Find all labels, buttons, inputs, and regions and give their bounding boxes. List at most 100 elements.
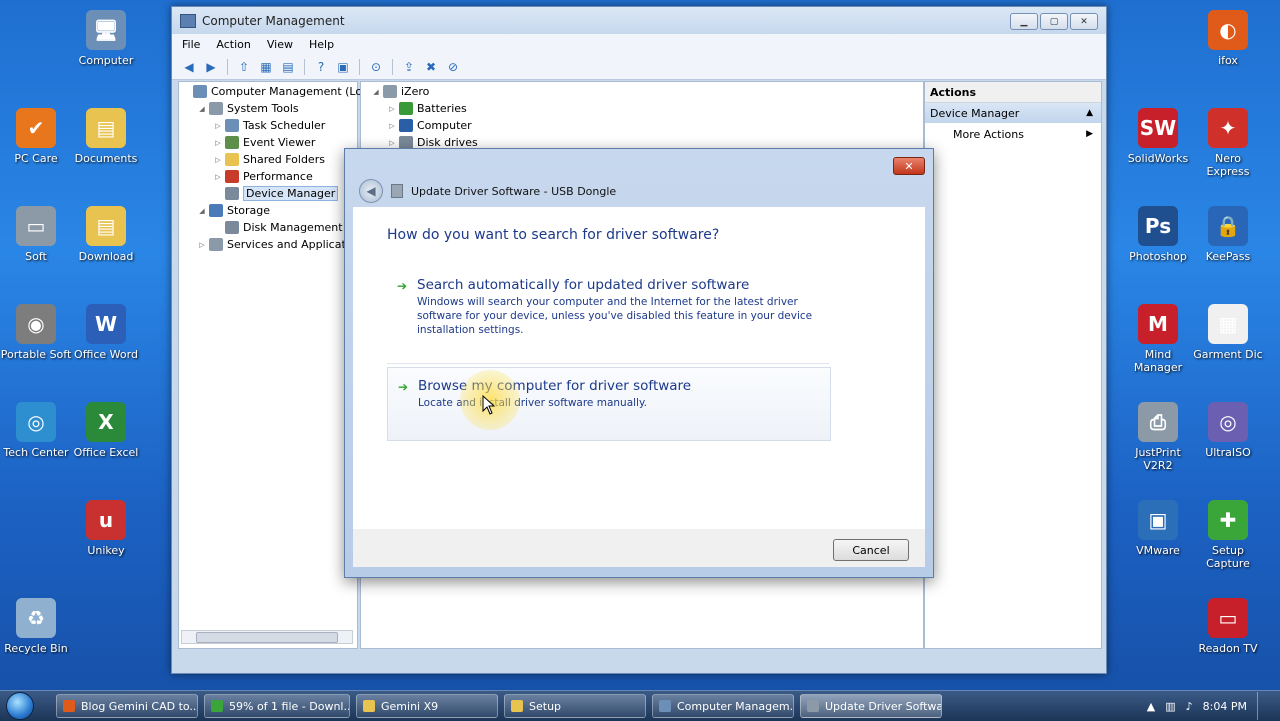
tree-item-9[interactable]: ▷ Services and Applications [197, 236, 368, 253]
menu-action[interactable]: Action [216, 38, 250, 51]
update-driver-icon[interactable]: ⇪ [400, 59, 418, 75]
tree-item-1[interactable]: ◢ System Tools [197, 100, 299, 117]
tree-item-8[interactable]: Disk Management [213, 219, 343, 236]
volume-icon[interactable]: ♪ [1186, 700, 1193, 713]
dialog-close-button[interactable]: ✕ [893, 157, 925, 175]
back-button[interactable]: ◀ [359, 179, 383, 203]
desktop-icon-photoshop[interactable]: Ps Photoshop [1122, 206, 1194, 263]
minimize-button[interactable]: ▁ [1010, 13, 1038, 30]
menu-view[interactable]: View [267, 38, 293, 51]
expand-arrow-icon[interactable]: ◢ [197, 207, 207, 215]
desktop-icon-documents[interactable]: ▤ Documents [70, 108, 142, 165]
desktop-icon-portable-soft[interactable]: ◉ Portable Soft [0, 304, 72, 361]
desktop-icon-justprint[interactable]: ⎙ JustPrint V2R2 [1122, 402, 1194, 472]
actions-pane: Actions Device Manager ▲ More Actions ▶ [924, 81, 1102, 649]
desktop-icon-ifox[interactable]: ◐ ifox [1192, 10, 1264, 67]
desktop-icon-office-excel[interactable]: X Office Excel [70, 402, 142, 459]
expand-arrow-icon[interactable]: ▷ [387, 122, 397, 130]
taskbar-item-5[interactable]: Update Driver Softwa... [800, 694, 942, 718]
actions-device-manager[interactable]: Device Manager ▲ [925, 103, 1101, 123]
device-node-0[interactable]: ◢ iZero [371, 83, 429, 100]
tree-node-icon [383, 85, 397, 98]
taskbar-item-1[interactable]: 59% of 1 file - Downl... [204, 694, 350, 718]
help-icon[interactable]: ? [312, 59, 330, 75]
expand-arrow-icon[interactable]: ▷ [387, 139, 397, 147]
window-titlebar[interactable]: Computer Management ▁ ▢ ✕ [172, 7, 1106, 34]
expand-arrow-icon[interactable]: ◢ [197, 105, 207, 113]
back-arrow-icon[interactable]: ◀ [180, 59, 198, 75]
desktop-icon-tech-center[interactable]: ◎ Tech Center [0, 402, 72, 459]
tray-expand-icon[interactable]: ▲ [1147, 700, 1155, 713]
taskbar-item-3[interactable]: Setup [504, 694, 646, 718]
submenu-arrow-icon: ▶ [1086, 129, 1093, 139]
desktop-icon-mind-manager[interactable]: M Mind Manager [1122, 304, 1194, 374]
action-pane-icon[interactable]: ▣ [334, 59, 352, 75]
horizontal-scrollbar[interactable] [181, 630, 353, 644]
start-button[interactable] [0, 691, 40, 721]
toolbar-separator [392, 58, 393, 75]
uninstall-icon[interactable]: ✖ [422, 59, 440, 75]
desktop-icon-readon-tv[interactable]: ▭ Readon TV [1192, 598, 1264, 655]
desktop-icon-download[interactable]: ▤ Download [70, 206, 142, 263]
desktop-icon-keepass[interactable]: 🔒 KeePass [1192, 206, 1264, 263]
expand-arrow-icon[interactable]: ▷ [213, 173, 223, 181]
expand-arrow-icon[interactable]: ▷ [213, 156, 223, 164]
tree-node-icon [209, 102, 223, 115]
desktop-icon-garment-dic[interactable]: ▦ Garment Dic [1192, 304, 1264, 361]
tree-item-label: Performance [243, 170, 313, 183]
clock[interactable]: 8:04 PM [1203, 700, 1247, 713]
expand-arrow-icon[interactable]: ▷ [387, 105, 397, 113]
expand-arrow-icon[interactable]: ▷ [213, 122, 223, 130]
browse-computer-option[interactable]: ➔ Browse my computer for driver software… [387, 367, 831, 441]
desktop-icon-soft[interactable]: ▭ Soft [0, 206, 72, 263]
desktop-icon-nero-express[interactable]: ✦ Nero Express [1192, 108, 1264, 178]
desktop-icon-pc-care[interactable]: ✔ PC Care [0, 108, 72, 165]
tree-item-5[interactable]: ▷ Performance [213, 168, 313, 185]
recycle-bin-icon: ♻ [16, 598, 56, 638]
expand-arrow-icon[interactable]: ▷ [197, 241, 207, 249]
show-hide-tree-icon[interactable]: ▦ [257, 59, 275, 75]
expand-arrow-icon[interactable]: ▷ [213, 139, 223, 147]
device-node-1[interactable]: ▷ Batteries [387, 100, 467, 117]
menu-help[interactable]: Help [309, 38, 334, 51]
properties-icon[interactable]: ▤ [279, 59, 297, 75]
tree-item-7[interactable]: ◢ Storage [197, 202, 270, 219]
menu-file[interactable]: File [182, 38, 200, 51]
show-desktop-button[interactable] [1257, 692, 1270, 720]
maximize-button[interactable]: ▢ [1040, 13, 1068, 30]
taskbar-item-0[interactable]: Blog Gemini CAD to... [56, 694, 198, 718]
tree-item-4[interactable]: ▷ Shared Folders [213, 151, 325, 168]
tree-item-2[interactable]: ▷ Task Scheduler [213, 117, 325, 134]
actions-sub-label: Device Manager [930, 106, 1020, 120]
tree-item-6[interactable]: Device Manager [213, 185, 339, 202]
setup-capture-icon: ✚ [1208, 500, 1248, 540]
desktop-icon-computer[interactable]: 🖥 Computer [70, 10, 142, 67]
network-icon[interactable]: ▥ [1165, 700, 1175, 713]
tree-item-0[interactable]: Computer Management (Local [181, 83, 378, 100]
tree-node-icon [399, 102, 413, 115]
scan-hardware-icon[interactable]: ⊙ [367, 59, 385, 75]
search-automatically-option[interactable]: ➔ Search automatically for updated drive… [387, 277, 829, 364]
desktop-icon-setup-capture[interactable]: ✚ Setup Capture [1192, 500, 1264, 570]
expand-arrow-icon[interactable]: ◢ [371, 88, 381, 96]
desktop-icon-office-word[interactable]: W Office Word [70, 304, 142, 361]
cancel-button[interactable]: Cancel [833, 539, 909, 561]
desktop-icon-unikey[interactable]: u Unikey [70, 500, 142, 557]
taskbar-item-2[interactable]: Gemini X9 [356, 694, 498, 718]
disable-icon[interactable]: ⊘ [444, 59, 462, 75]
dialog-footer: Cancel [353, 529, 925, 567]
close-button[interactable]: ✕ [1070, 13, 1098, 30]
desktop-icon-vmware[interactable]: ▣ VMware [1122, 500, 1194, 557]
forward-arrow-icon[interactable]: ▶ [202, 59, 220, 75]
collapse-up-icon[interactable]: ▲ [1086, 108, 1093, 118]
taskbar-item-4[interactable]: Computer Managem... [652, 694, 794, 718]
device-node-2[interactable]: ▷ Computer [387, 117, 472, 134]
up-folder-icon[interactable]: ⇧ [235, 59, 253, 75]
tree-item-label: Disk Management [243, 221, 343, 234]
desktop-icon-ultraiso[interactable]: ◎ UltraISO [1192, 402, 1264, 459]
desktop-icon-solidworks[interactable]: SW SolidWorks [1122, 108, 1194, 165]
scrollbar-thumb[interactable] [196, 632, 338, 643]
desktop-icon-recycle-bin[interactable]: ♻ Recycle Bin [0, 598, 72, 655]
tree-item-3[interactable]: ▷ Event Viewer [213, 134, 315, 151]
more-actions-item[interactable]: More Actions ▶ [925, 123, 1101, 145]
